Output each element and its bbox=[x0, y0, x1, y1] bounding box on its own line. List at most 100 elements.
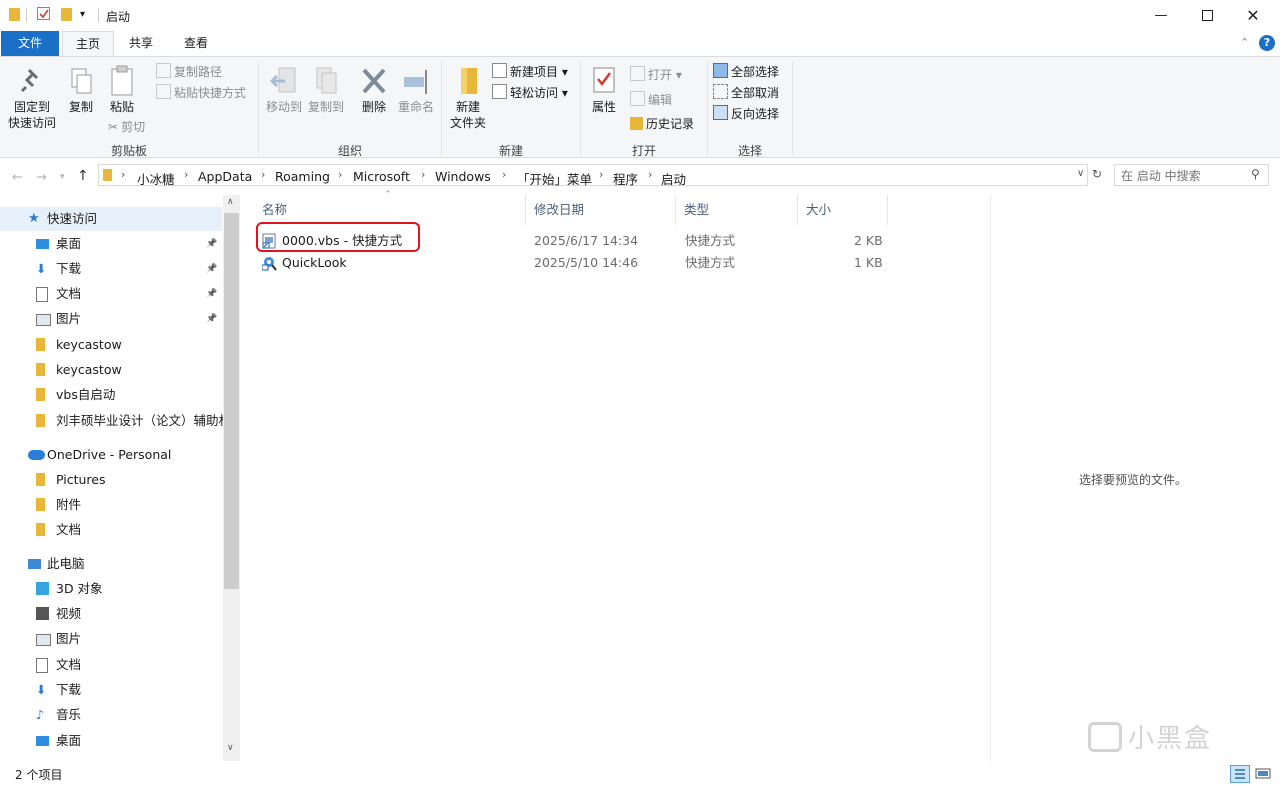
sidebar-item[interactable]: keycastow bbox=[0, 358, 222, 382]
group-label-open: 打开 bbox=[631, 144, 656, 158]
address-history-icon[interactable]: ∨ bbox=[1077, 168, 1084, 179]
column-type[interactable]: 类型 bbox=[676, 195, 798, 225]
sidebar-item[interactable]: 图片 bbox=[0, 627, 222, 651]
invert-selection-icon bbox=[713, 105, 728, 120]
sidebar-item[interactable]: 文档 bbox=[0, 653, 222, 677]
copy-path-button[interactable]: 复制路径 bbox=[156, 63, 222, 81]
sidebar-item[interactable]: ♪ 音乐 bbox=[0, 703, 222, 727]
properties-quick-icon[interactable] bbox=[37, 7, 50, 20]
history-button[interactable]: 历史记录 bbox=[630, 115, 694, 133]
sidebar-item-label: 此电脑 bbox=[47, 556, 85, 571]
sidebar-item[interactable]: OneDrive - Personal bbox=[0, 443, 222, 467]
up-icon[interactable]: ↑ bbox=[77, 168, 89, 184]
new-folder-quick-icon[interactable] bbox=[61, 8, 72, 21]
scroll-down-icon[interactable]: ∨ bbox=[227, 743, 234, 753]
address-bar[interactable]: › 小冰糖 › AppData › Roaming › Microsoft › … bbox=[98, 164, 1102, 188]
properties-button[interactable]: 属性 bbox=[586, 65, 622, 115]
refresh-icon[interactable]: ↻ bbox=[1092, 167, 1102, 181]
video-icon bbox=[36, 607, 49, 620]
preview-divider[interactable] bbox=[990, 195, 991, 761]
search-box[interactable]: ⚲ bbox=[1114, 164, 1269, 186]
sidebar-item[interactable]: 文档 📌 bbox=[0, 282, 222, 306]
invert-selection-button[interactable]: 反向选择 bbox=[713, 105, 779, 123]
easy-access-button[interactable]: 轻松访问 ▾ bbox=[492, 84, 568, 102]
sidebar-item[interactable]: 文档 bbox=[0, 518, 222, 542]
column-name[interactable]: 名称 bbox=[254, 195, 526, 225]
rename-button[interactable]: 重命名 bbox=[396, 65, 436, 115]
select-all-button[interactable]: 全部选择 bbox=[713, 63, 779, 81]
paste-button[interactable]: 粘贴 bbox=[102, 65, 142, 115]
sidebar-item[interactable]: 此电脑 bbox=[0, 552, 222, 576]
history-icon bbox=[630, 117, 643, 130]
sidebar-item[interactable]: ⬇ 下载 bbox=[0, 678, 222, 702]
recent-locations-icon[interactable]: ▾ bbox=[60, 172, 65, 182]
large-icons-view-icon[interactable] bbox=[1254, 765, 1272, 783]
minimize-button[interactable]: — bbox=[1138, 0, 1184, 31]
sidebar-item[interactable]: Pictures bbox=[0, 468, 222, 492]
tab-file[interactable]: 文件 bbox=[1, 31, 59, 56]
copy-to-button[interactable]: 复制到 bbox=[306, 65, 346, 115]
separator bbox=[26, 8, 27, 22]
search-icon[interactable]: ⚲ bbox=[1251, 167, 1260, 181]
new-folder-button[interactable]: 新建 文件夹 bbox=[446, 65, 490, 131]
sidebar-item[interactable]: 附件 bbox=[0, 493, 222, 517]
move-to-button[interactable]: 移动到 bbox=[262, 65, 306, 115]
forward-icon[interactable]: → bbox=[36, 170, 47, 185]
breadcrumb-roaming[interactable]: Roaming bbox=[275, 169, 330, 184]
details-view-icon[interactable] bbox=[1230, 765, 1250, 783]
open-button[interactable]: 打开 ▾ bbox=[630, 66, 682, 84]
sidebar-item[interactable]: 3D 对象 bbox=[0, 577, 222, 601]
sidebar-item[interactable]: 视频 bbox=[0, 602, 222, 626]
close-button[interactable]: ✕ bbox=[1230, 0, 1276, 31]
paste-shortcut-button[interactable]: 粘贴快捷方式 bbox=[156, 84, 246, 102]
pictures-icon bbox=[36, 634, 51, 646]
download-icon: ⬇ bbox=[36, 682, 47, 697]
column-date[interactable]: 修改日期 bbox=[526, 195, 676, 225]
back-icon[interactable]: ← bbox=[12, 170, 23, 185]
new-item-button[interactable]: 新建项目 ▾ bbox=[492, 63, 568, 81]
customize-toolbar-icon[interactable]: ▾ bbox=[80, 9, 85, 20]
pin-quick-access-button[interactable]: 固定到 快速访问 bbox=[4, 67, 60, 131]
group-label-organize: 组织 bbox=[337, 144, 362, 158]
scroll-up-icon[interactable]: ∧ bbox=[227, 197, 234, 207]
copy-button[interactable]: 复制 bbox=[62, 67, 100, 115]
maximize-button[interactable] bbox=[1184, 0, 1230, 31]
file-name[interactable]: QuickLook bbox=[282, 252, 347, 274]
sidebar-item-label: 桌面 bbox=[56, 236, 82, 251]
collapse-ribbon-icon[interactable]: ⌃ bbox=[1240, 36, 1249, 49]
pinned-icon[interactable]: 📌 bbox=[206, 282, 217, 306]
sidebar-item[interactable]: ⬇ 下载 📌 bbox=[0, 257, 222, 281]
pinned-icon[interactable]: 📌 bbox=[206, 232, 217, 256]
sidebar-item-label: 文档 bbox=[56, 657, 82, 672]
sidebar-item[interactable]: 桌面 bbox=[0, 729, 222, 753]
column-size[interactable]: 大小 bbox=[798, 195, 888, 225]
pinned-icon[interactable]: 📌 bbox=[206, 307, 217, 331]
breadcrumb-windows[interactable]: Windows bbox=[435, 169, 491, 184]
breadcrumb-startup[interactable]: 启动 bbox=[661, 169, 686, 188]
tab-share[interactable]: 共享 bbox=[117, 31, 165, 56]
breadcrumb-microsoft[interactable]: Microsoft bbox=[353, 169, 410, 184]
sidebar-item[interactable]: vbs自启动 bbox=[0, 383, 222, 407]
tab-view[interactable]: 查看 bbox=[171, 31, 221, 56]
delete-button[interactable]: 删除 bbox=[354, 65, 394, 115]
cut-button[interactable]: ✂ 剪切 bbox=[108, 118, 145, 136]
copy-path-icon bbox=[156, 63, 171, 78]
help-icon[interactable]: ? bbox=[1259, 35, 1275, 51]
sidebar-scroll-thumb[interactable] bbox=[224, 213, 239, 589]
breadcrumb-appdata[interactable]: AppData bbox=[198, 169, 252, 184]
tab-home[interactable]: 主页 bbox=[62, 31, 114, 57]
sidebar-item[interactable]: 刘丰硕毕业设计（论文）辅助材 bbox=[0, 409, 231, 433]
pinned-icon[interactable]: 📌 bbox=[206, 257, 217, 281]
sidebar-item[interactable]: 桌面 📌 bbox=[0, 232, 222, 256]
properties-icon bbox=[593, 67, 615, 93]
file-row[interactable]: QuickLook 2025/5/10 14:46 快捷方式 1 KB bbox=[254, 252, 984, 274]
breadcrumb-user[interactable]: 小冰糖 bbox=[137, 169, 175, 188]
search-input[interactable] bbox=[1119, 166, 1247, 186]
sidebar-item[interactable]: 图片 📌 bbox=[0, 307, 222, 331]
breadcrumb-programs[interactable]: 程序 bbox=[613, 169, 638, 188]
edit-button[interactable]: 编辑 bbox=[630, 91, 672, 109]
select-none-button[interactable]: 全部取消 bbox=[713, 84, 779, 102]
breadcrumb-start-menu[interactable]: 「开始」菜单 bbox=[517, 169, 592, 188]
sidebar-item[interactable]: ★ 快速访问 bbox=[0, 207, 222, 231]
sidebar-item[interactable]: keycastow bbox=[0, 333, 222, 357]
